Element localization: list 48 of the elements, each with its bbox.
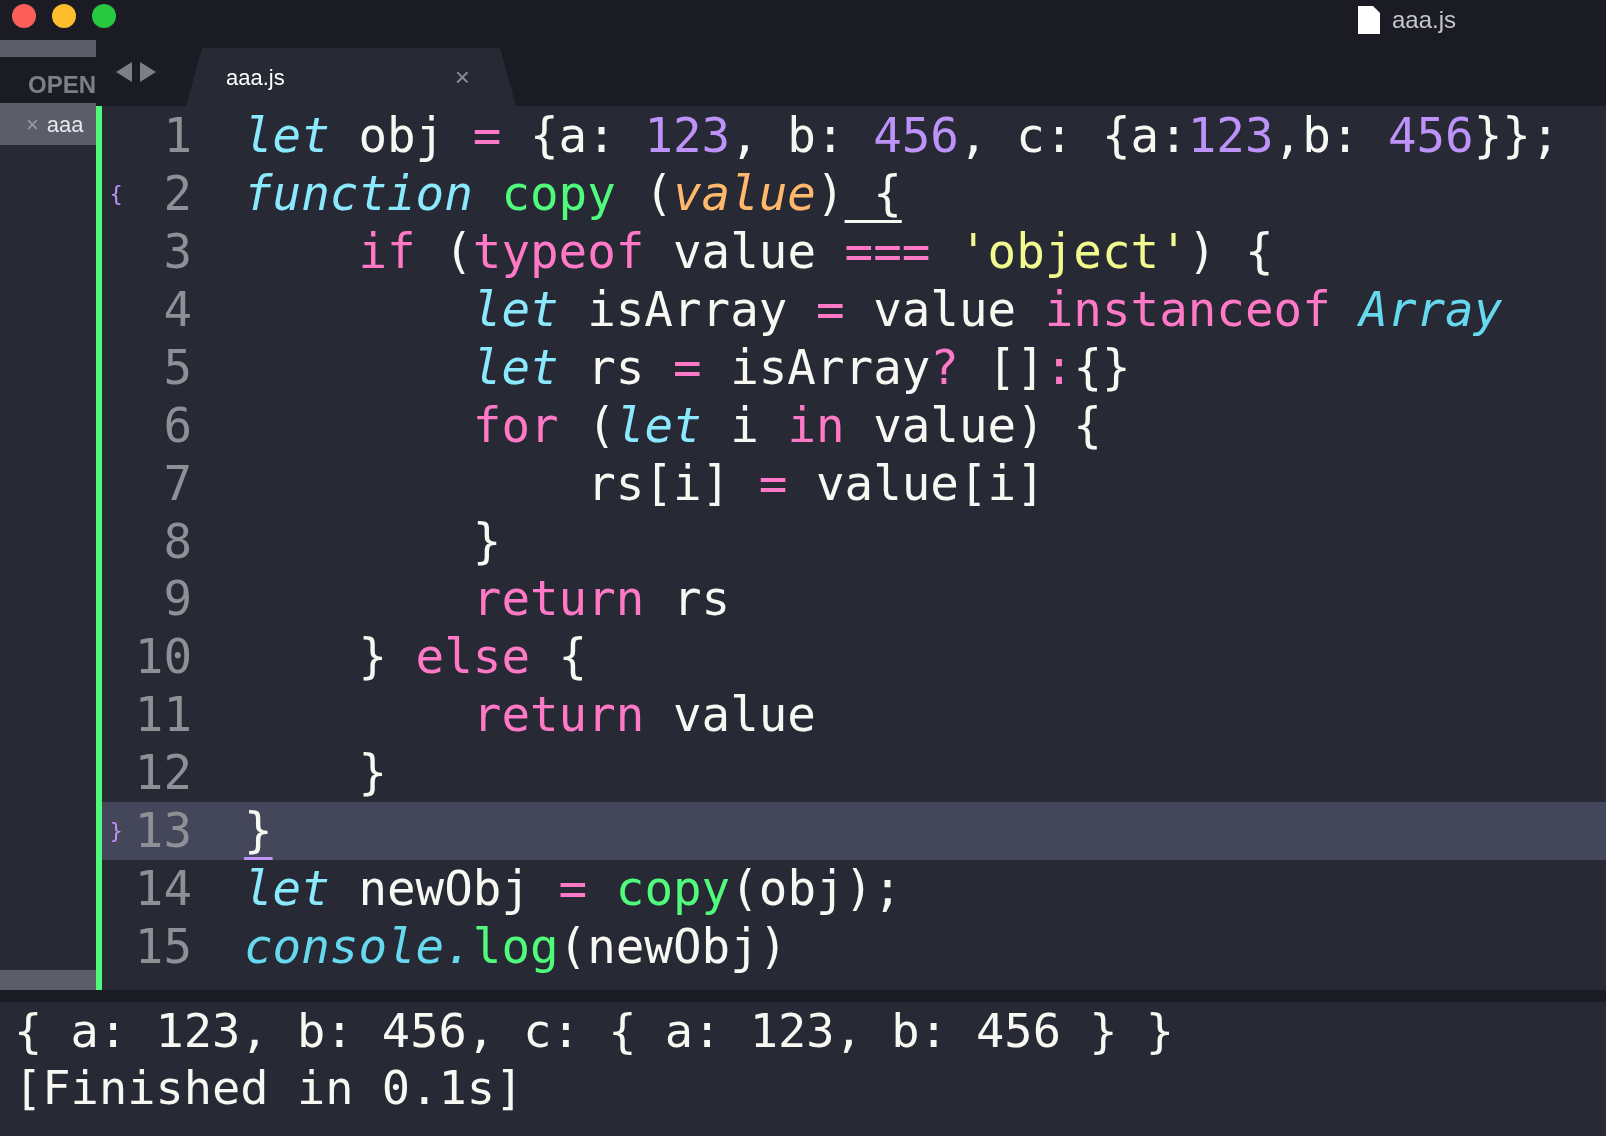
code-line: if (typeof value === 'object') {: [357, 223, 1274, 282]
line-number: 6: [162, 396, 192, 455]
code-line: }: [357, 744, 387, 803]
minimize-button[interactable]: [52, 4, 76, 28]
output-line: [Finished in 0.1s]: [14, 1059, 525, 1116]
window-title: aaa.js: [1391, 5, 1456, 35]
output-line: { a: 123, b: 456, c: { a: 123, b: 456 } }: [14, 1002, 1176, 1059]
code-line: }: [471, 512, 502, 571]
file-tab[interactable]: aaa.js ×: [186, 48, 516, 106]
fold-marker[interactable]: {: [102, 177, 130, 211]
code-line: let newObj = copy(obj);: [244, 859, 902, 918]
close-button[interactable]: [12, 4, 36, 28]
code-line: for (let i in value) {: [471, 396, 1102, 455]
file-name: aaa: [46, 110, 84, 139]
tab-label: aaa.js: [226, 63, 285, 92]
line-number: 15: [133, 917, 192, 976]
code-line: return value: [471, 686, 816, 745]
line-number: 7: [162, 454, 192, 513]
sidebar-item[interactable]: × aaa: [0, 103, 96, 145]
line-number: 14: [133, 859, 192, 918]
code-line: let obj = {a: 123, b: 456, c: {a:123,b: 456}};: [244, 107, 1560, 166]
sidebar-scrollbar[interactable]: [0, 970, 96, 990]
line-number: 12: [133, 744, 192, 803]
maximize-button[interactable]: [92, 4, 116, 28]
fold-marker[interactable]: }: [102, 814, 130, 848]
sidebar-header: OPEN: [0, 57, 96, 103]
line-number: 1: [162, 107, 192, 166]
code-line: }: [244, 802, 273, 860]
line-number: 2: [162, 165, 192, 224]
line-number: 5: [162, 338, 192, 397]
code-line: function copy (value) {: [244, 165, 902, 224]
code-line: let rs = isArray? []:{}: [471, 338, 1131, 397]
close-icon[interactable]: ×: [454, 57, 470, 97]
code-line: console.log(newObj): [244, 917, 788, 976]
code-line: let isArray = value instanceof Array: [471, 281, 1503, 339]
line-number: 13: [133, 802, 192, 860]
line-number: 9: [162, 570, 192, 629]
code-line: return rs: [471, 570, 731, 629]
code-line: rs[i] = value[i]: [586, 454, 1045, 513]
line-number: 8: [162, 512, 192, 571]
line-number: 3: [162, 223, 192, 282]
line-number: 4: [162, 281, 192, 339]
line-number: 11: [133, 686, 192, 745]
back-arrow-icon[interactable]: [116, 62, 132, 82]
line-number: 10: [133, 628, 192, 687]
document-icon: [1357, 6, 1380, 34]
forward-arrow-icon[interactable]: [140, 62, 156, 82]
code-line: } else {: [357, 628, 588, 687]
